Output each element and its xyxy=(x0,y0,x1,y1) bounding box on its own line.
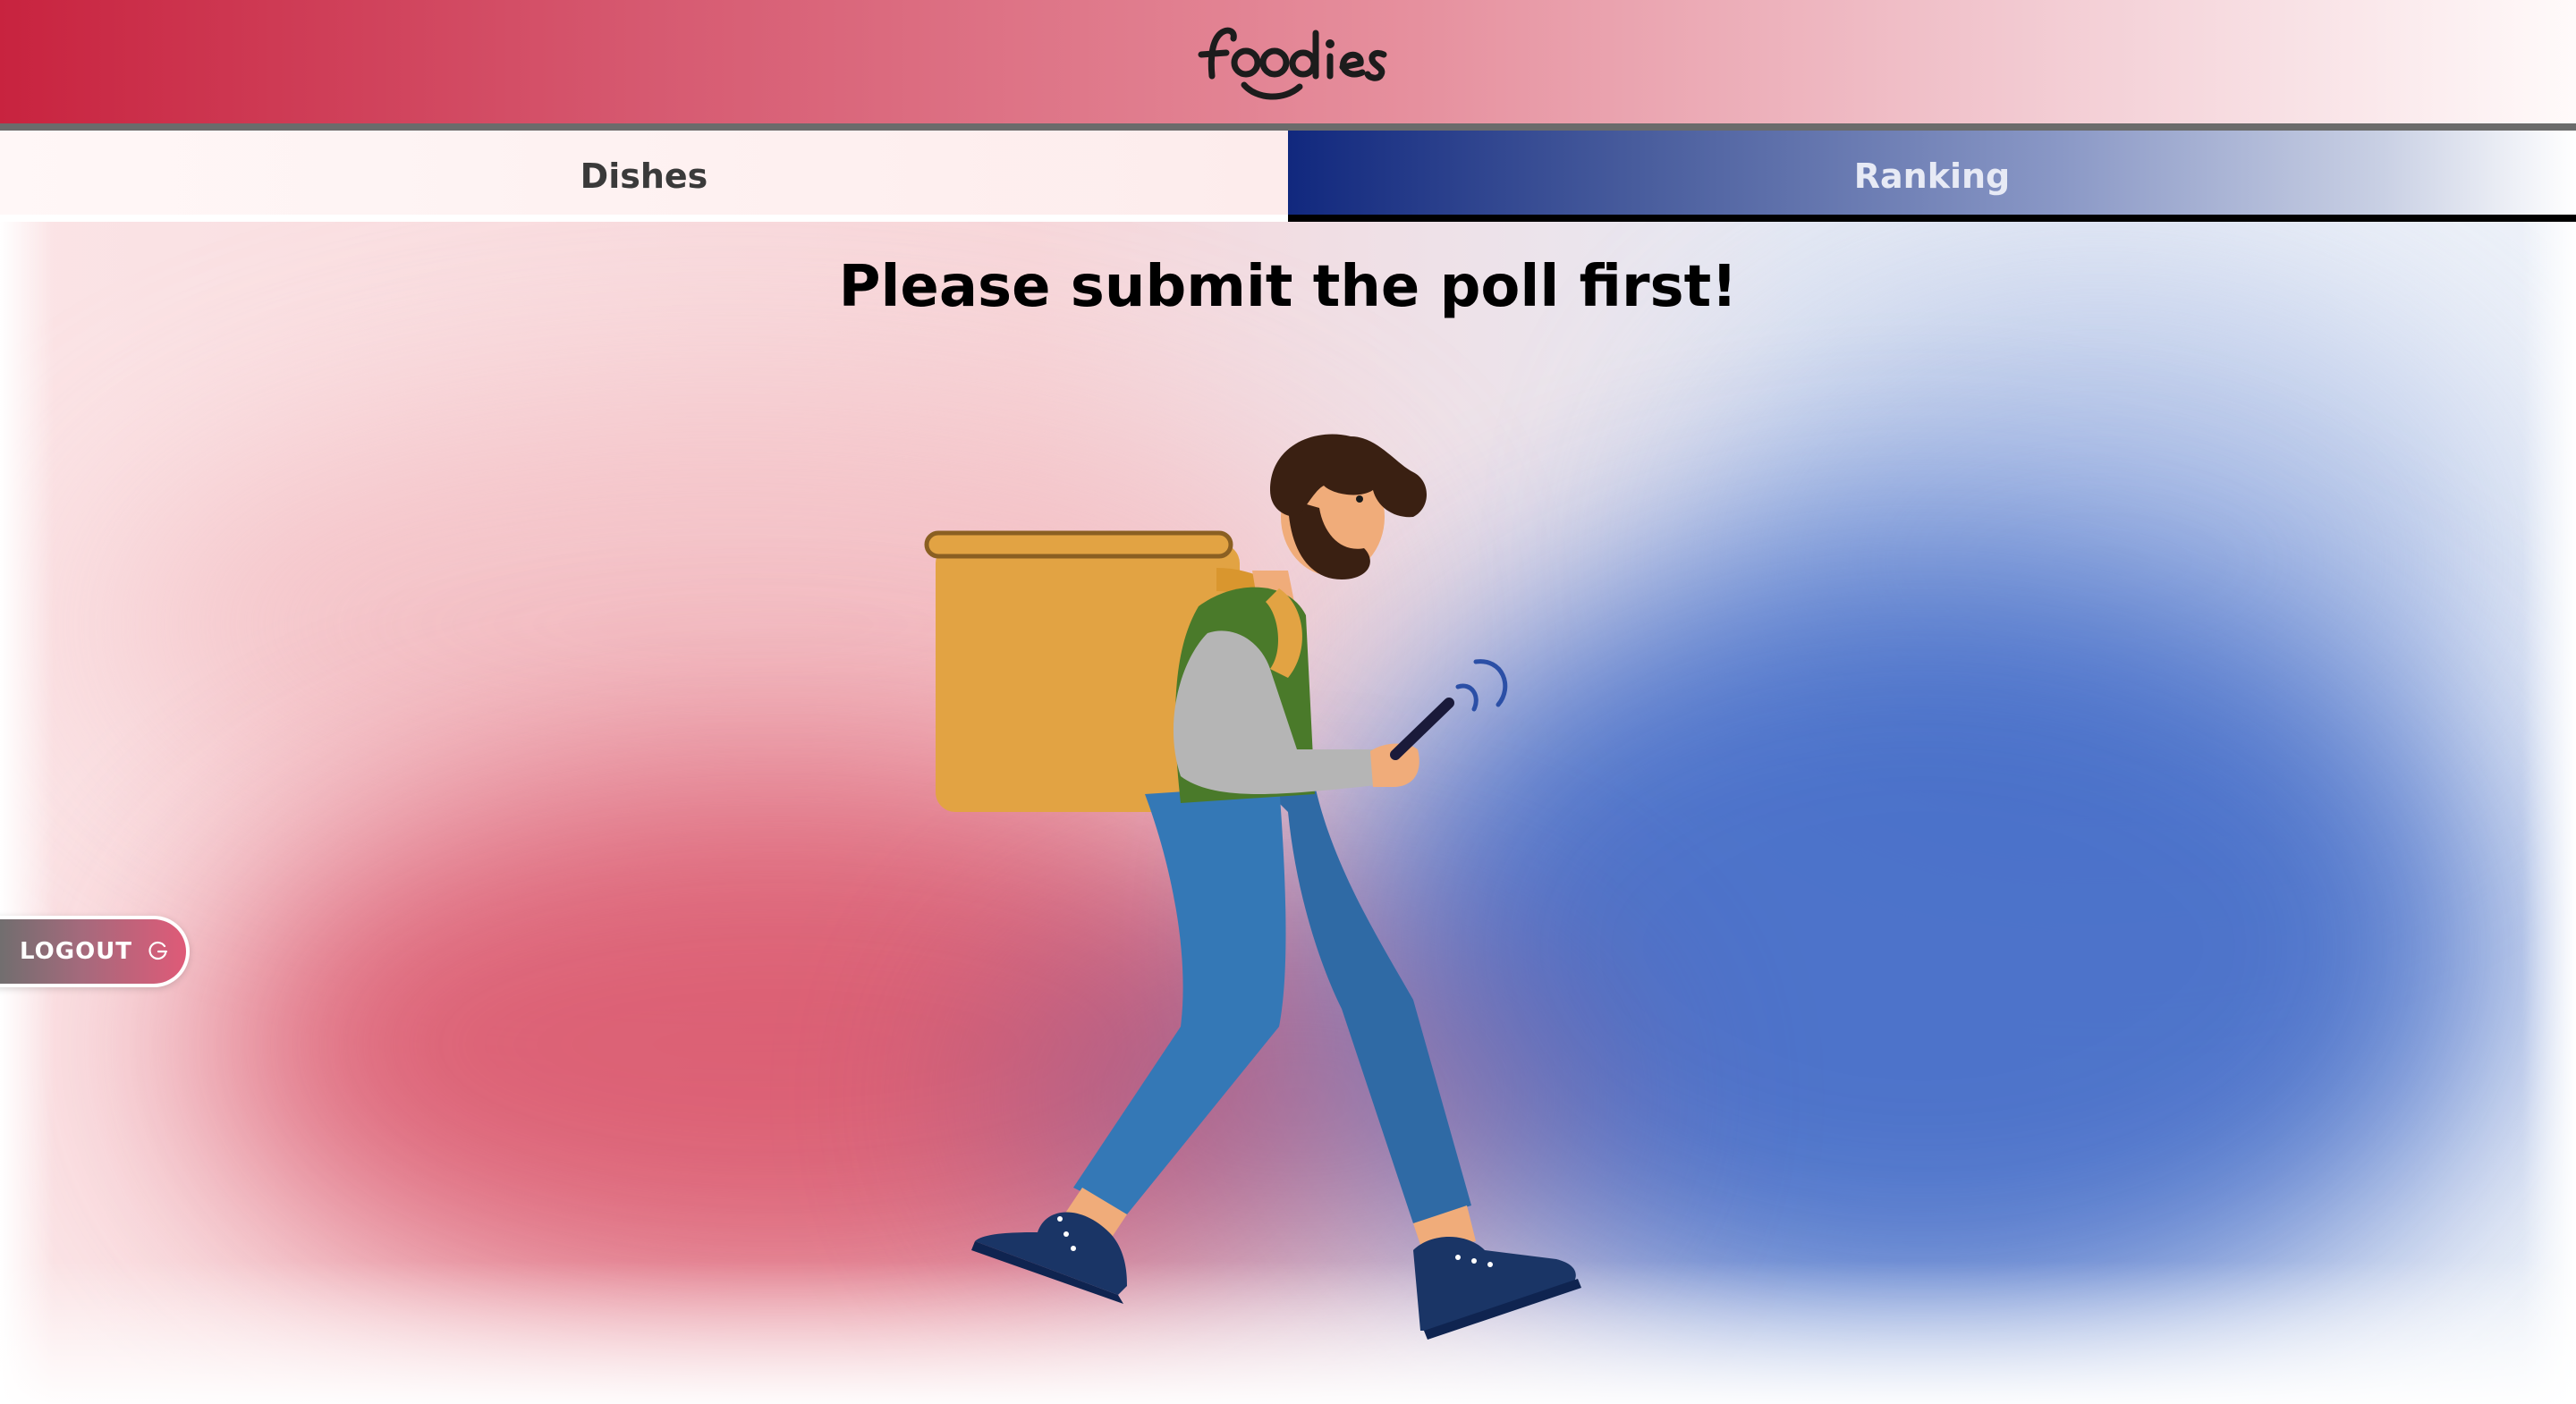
delivery-person-illustration-icon xyxy=(924,434,1581,1340)
left-edge-fade xyxy=(0,222,54,1404)
tab-dishes-label: Dishes xyxy=(580,156,708,196)
logout-icon xyxy=(148,941,170,962)
tab-ranking[interactable]: Ranking xyxy=(1288,131,2576,222)
tab-ranking-label: Ranking xyxy=(1853,156,2011,196)
app-header xyxy=(0,0,2576,123)
poll-required-message: Please submit the poll first! xyxy=(838,254,1738,320)
foodies-logo-icon xyxy=(1198,27,1387,100)
content-area: Please submit the poll first! xyxy=(0,222,2576,1404)
brand-logo xyxy=(0,9,2576,107)
tab-dishes[interactable]: Dishes xyxy=(0,131,1288,222)
logout-label: LOGOUT xyxy=(20,938,133,965)
header-divider xyxy=(0,123,2576,131)
logout-button[interactable]: LOGOUT xyxy=(0,916,190,987)
right-edge-fade xyxy=(2522,222,2576,1404)
app-root: Dishes Ranking Please submit the poll fi… xyxy=(0,0,2576,1404)
main-tabs: Dishes Ranking xyxy=(0,131,2576,222)
